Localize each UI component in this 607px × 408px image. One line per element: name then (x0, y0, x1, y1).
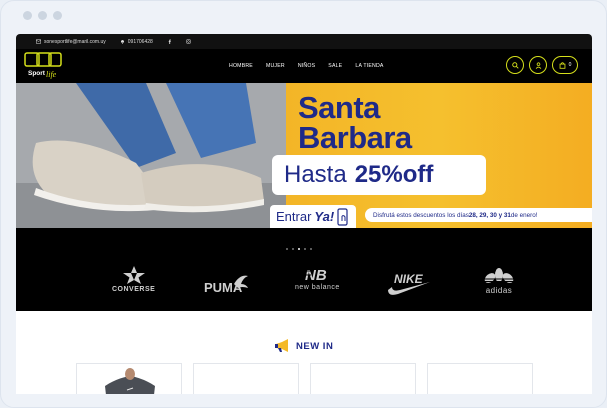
nav-item-ninos[interactable]: NIÑOS (298, 63, 315, 69)
brand-new-balance-label: new balance (295, 284, 340, 291)
hero-title-line1: Santa (298, 90, 380, 125)
converse-star-icon (122, 266, 145, 284)
brands-strip: CONVERSE PUMA NB new balance NIKE adidas (16, 228, 592, 311)
nike-swoosh-icon: NIKE (388, 272, 430, 295)
user-icon (535, 61, 541, 69)
promo-days: 28, 29, 30 y 31 (468, 211, 511, 219)
phone-link[interactable]: 091706428 (120, 39, 153, 45)
entrar-label: Entrar (276, 209, 312, 224)
account-button[interactable] (529, 56, 547, 74)
mail-icon (36, 39, 41, 44)
slider-pagination (286, 248, 312, 250)
brand-new-balance[interactable]: NB new balance (295, 266, 340, 291)
instagram-icon (186, 39, 191, 44)
new-balance-nb-icon: NB (303, 267, 327, 282)
puma-logo-icon: PUMA (204, 275, 248, 295)
close-dot[interactable] (23, 11, 32, 20)
hasta-label: Hasta (284, 161, 347, 188)
promo-dates-banner: Disfrutá estos descuentos los días 28, 2… (365, 208, 592, 222)
brand-converse-label: CONVERSE (112, 286, 156, 293)
svg-text:NIKE: NIKE (394, 272, 424, 286)
megaphone-icon (275, 339, 288, 352)
slider-dot[interactable] (310, 248, 312, 250)
hero-photo-sneakers (16, 83, 286, 228)
svg-text:life: life (46, 70, 57, 79)
search-button[interactable] (506, 56, 524, 74)
nav-actions: 0 (506, 56, 578, 74)
nav-menu: HOMBRE MUJER NIÑOS SALE LA TIENDA (229, 49, 384, 83)
promo-text: Disfrutá estos descuentos los días (373, 211, 469, 219)
sport-life-logo[interactable]: Sport life (24, 52, 64, 80)
hero-title: Santa Barbara (298, 90, 412, 155)
brand-converse[interactable]: CONVERSE (112, 266, 155, 293)
nav-item-sale[interactable]: SALE (328, 63, 342, 69)
minimize-dot[interactable] (38, 11, 47, 20)
brand-adidas[interactable]: adidas (482, 266, 516, 295)
entrar-ya-label: Ya! (314, 209, 335, 224)
search-icon (511, 61, 519, 69)
new-in-section: NEW IN (16, 311, 592, 394)
main-navigation: Sport life HOMBRE MUJER NIÑOS SALE LA TI… (16, 49, 592, 83)
new-in-heading: NEW IN (274, 339, 333, 353)
bag-icon (559, 61, 565, 69)
hero-banner[interactable]: Santa Barbara Hasta 25%off Entrar Ya! Dis… (16, 83, 592, 228)
brand-adidas-label: adidas (485, 286, 513, 295)
discount-box: Hasta 25%off (272, 155, 486, 195)
maximize-dot[interactable] (53, 11, 62, 20)
product-card[interactable] (76, 363, 182, 394)
instagram-link[interactable] (186, 39, 191, 44)
cart-button[interactable]: 0 (552, 56, 578, 74)
slider-dot-active[interactable] (298, 248, 300, 250)
nav-item-mujer[interactable]: MUJER (266, 63, 285, 69)
sneakers-illustration (16, 83, 286, 228)
tshirt-product-image (105, 368, 155, 394)
slider-dot[interactable] (292, 248, 294, 250)
entrar-ya-button[interactable]: Entrar Ya! (270, 205, 356, 228)
web-page: sonesportlife@maril.com.uy 091706428 Spo… (16, 34, 592, 394)
browser-window: sonesportlife@maril.com.uy 091706428 Spo… (0, 0, 607, 408)
hero-title-line2: Barbara (298, 120, 412, 155)
top-info-bar: sonesportlife@maril.com.uy 091706428 (16, 34, 592, 49)
promo-end: de enero! (510, 211, 538, 219)
phone-tap-icon (337, 207, 348, 226)
product-card[interactable] (193, 363, 299, 394)
bell-icon (120, 40, 124, 44)
nav-item-hombre[interactable]: HOMBRE (229, 63, 253, 69)
product-card[interactable] (427, 363, 533, 394)
facebook-icon (168, 39, 171, 44)
adidas-trefoil-icon (482, 268, 516, 283)
svg-text:Sport: Sport (28, 70, 46, 77)
phone-text: 091706428 (127, 38, 153, 45)
email-link[interactable]: sonesportlife@maril.com.uy (36, 39, 106, 45)
discount-value: 25%off (354, 161, 434, 188)
new-in-title: NEW IN (296, 340, 334, 352)
product-card[interactable] (310, 363, 416, 394)
window-controls (23, 11, 62, 20)
email-text: sonesportlife@maril.com.uy (44, 38, 106, 45)
slider-dot[interactable] (304, 248, 306, 250)
brand-puma[interactable]: PUMA (204, 272, 250, 296)
nav-item-la-tienda[interactable]: LA TIENDA (355, 63, 383, 69)
facebook-link[interactable] (167, 39, 172, 44)
cart-count: 0 (568, 62, 572, 68)
slider-dot[interactable] (286, 248, 288, 250)
brand-nike[interactable]: NIKE (386, 270, 432, 298)
